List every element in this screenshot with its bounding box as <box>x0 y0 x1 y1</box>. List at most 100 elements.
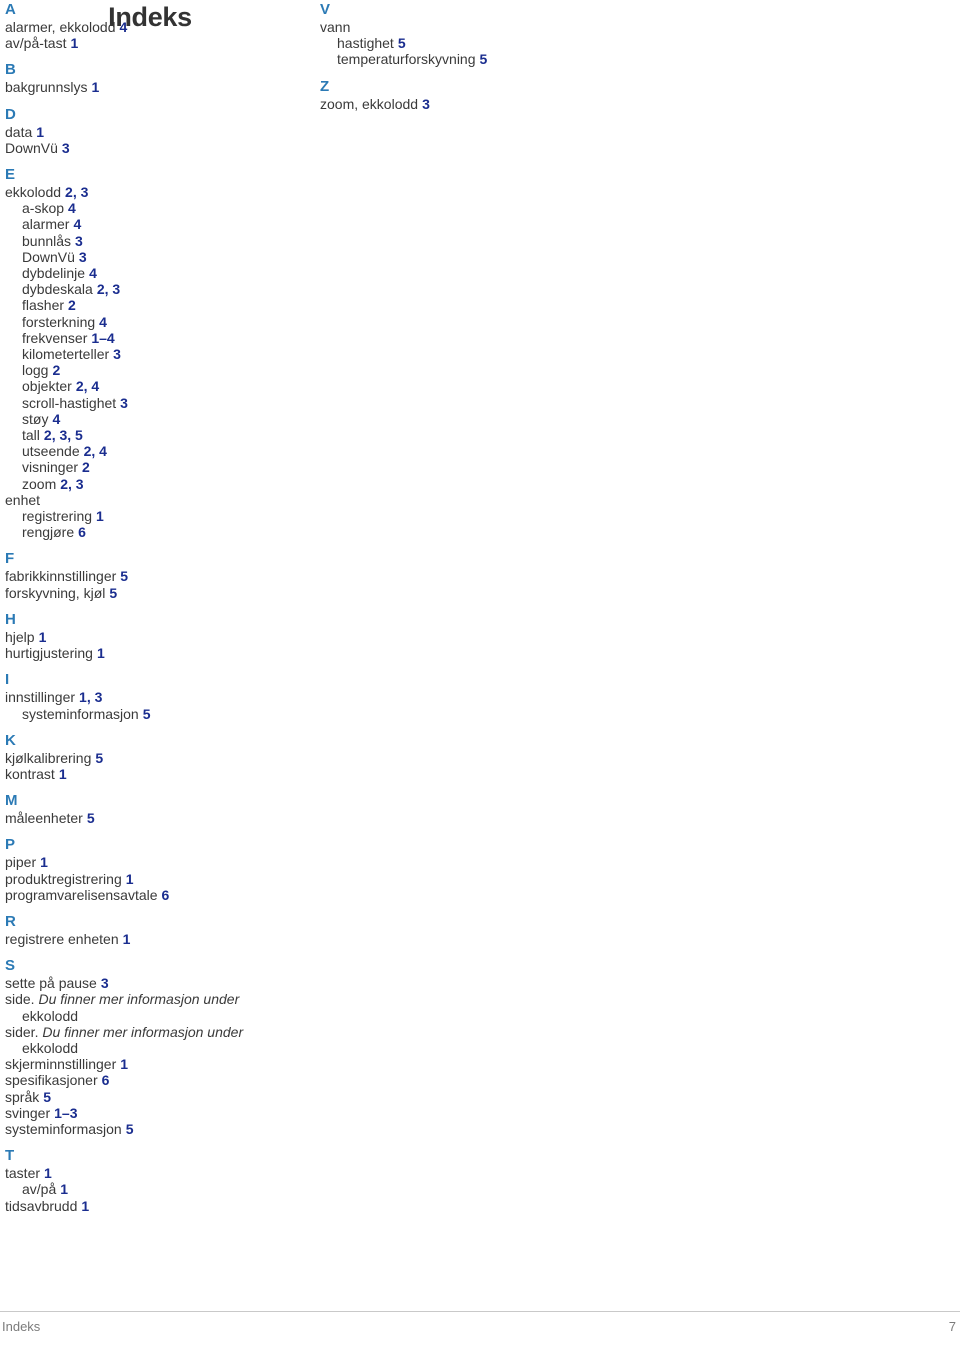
index-entry: vann <box>320 19 650 35</box>
index-term: hjelp <box>5 628 35 645</box>
index-page-numbers: 2 <box>82 459 90 476</box>
index-section: Iinnstillinger 1, 3 systeminformasjon 5 <box>5 670 305 721</box>
index-term: DownVü <box>5 139 58 156</box>
index-entry: hjelp 1 <box>5 629 305 645</box>
footer-section-label: Indeks <box>2 1319 41 1334</box>
index-term: måleenheter <box>5 810 83 827</box>
index-term: alarmer, ekkolodd <box>5 19 116 35</box>
section-letter: M <box>5 792 18 810</box>
index-term: kontrast <box>5 765 55 782</box>
index-term: av/på-tast <box>5 35 67 52</box>
index-term: innstillinger <box>5 689 76 706</box>
index-entry: sider. Du finner mer informasjon under <box>5 1024 305 1040</box>
index-page-numbers: 1 <box>81 1197 90 1214</box>
index-entry: DownVü 3 <box>5 140 305 156</box>
index-term: kjølkalibrering <box>5 749 92 766</box>
section-letter: V <box>320 1 331 18</box>
index-subentry: visninger 2 <box>5 459 305 475</box>
index-entry: produktregistrering 1 <box>5 871 305 887</box>
index-term: temperaturforskyvning <box>337 51 476 68</box>
index-term: sette på pause <box>5 975 97 992</box>
index-entry: tidsavbrudd 1 <box>5 1198 305 1214</box>
index-term: registrering <box>22 508 93 525</box>
index-subentry: forsterkning 4 <box>5 314 305 330</box>
index-entry: spesifikasjoner 6 <box>5 1072 305 1088</box>
index-page-numbers: 1–3 <box>54 1104 78 1121</box>
section-letter: S <box>5 957 16 975</box>
index-section: Ffabrikkinnstillinger 5 forskyvning, kjøl 5 <box>5 549 305 600</box>
index-page-numbers: 3 <box>61 139 70 156</box>
index-page-numbers: 4 <box>68 200 76 217</box>
index-term: data <box>5 123 33 140</box>
section-letter: E <box>5 166 16 184</box>
index-page-numbers: 1 <box>120 1056 129 1073</box>
index-term: taster <box>5 1165 41 1182</box>
index-term: hurtigjustering <box>5 645 93 662</box>
index-entry: piper 1 <box>5 854 305 870</box>
index-term: ekkolodd <box>22 1039 79 1056</box>
index-term: av/på <box>22 1181 57 1198</box>
index-term: systeminformasjon <box>5 1120 122 1137</box>
page-footer: Indeks 7 <box>0 1311 960 1339</box>
index-entry: språk 5 <box>5 1089 305 1105</box>
index-entry: måleenheter 5 <box>5 810 305 826</box>
index-term: dybdeskala <box>22 281 93 298</box>
index-page-numbers: 1 <box>125 870 134 887</box>
index-page-numbers: 2 <box>68 297 76 314</box>
index-term: bakgrunnslys <box>5 79 88 96</box>
index-subentry: dybdelinje 4 <box>5 265 305 281</box>
index-term: fabrikkinnstillinger <box>5 568 117 585</box>
index-page-numbers: 2, 3 <box>96 281 121 298</box>
index-term: alarmer <box>22 216 70 233</box>
index-entry: zoom, ekkolodd 3 <box>320 96 650 112</box>
index-entry: systeminformasjon 5 <box>5 1121 305 1137</box>
index-page-numbers: 4 <box>99 313 107 330</box>
index-page-numbers: 1 <box>36 123 45 140</box>
section-letter: I <box>5 671 10 689</box>
index-term: tidsavbrudd <box>5 1197 78 1214</box>
index-subentry: alarmer 4 <box>5 216 305 232</box>
index-term: dybdelinje <box>22 265 86 282</box>
footer-divider <box>0 1311 960 1312</box>
index-page-numbers: 1 <box>44 1165 52 1182</box>
index-term: tall <box>22 427 40 444</box>
index-term: ekkolodd <box>5 184 62 201</box>
index-term: side. <box>5 991 35 1008</box>
index-term: produktregistrering <box>5 870 122 887</box>
index-page-numbers: 1 <box>70 35 79 52</box>
index-subentry: dybdeskala 2, 3 <box>5 281 305 297</box>
index-page-numbers: 4 <box>89 265 97 282</box>
index-subentry: ekkolodd <box>5 1008 305 1024</box>
index-section: Bbakgrunnslys 1 <box>5 60 305 95</box>
index-subentry: bunnlås 3 <box>5 233 305 249</box>
index-page-numbers: 3 <box>422 95 430 112</box>
index-term: skjerminnstillinger <box>5 1056 117 1073</box>
index-entry: ekkolodd 2, 3 <box>5 184 305 200</box>
index-term: frekvenser <box>22 329 88 346</box>
index-section: Hhjelp 1 hurtigjustering 1 <box>5 610 305 661</box>
index-section: Eekkolodd 2, 3 a-skop 4 alarmer 4 bunnlås 3 Down… <box>5 165 305 540</box>
index-cross-reference: Du finner mer informasjon under <box>38 991 240 1008</box>
index-section: Ttaster 1 av/på 1 tidsavbrudd 1 <box>5 1146 305 1214</box>
index-term: registrere enheten <box>5 930 119 947</box>
index-page-numbers: 3 <box>78 248 87 265</box>
section-letter: D <box>5 105 16 123</box>
index-page-numbers: 5 <box>125 1120 134 1137</box>
index-term: zoom, ekkolodd <box>320 95 419 112</box>
index-subentry: ekkolodd <box>5 1040 305 1056</box>
index-subentry: scroll-hastighet 3 <box>5 395 305 411</box>
index-term: scroll-hastighet <box>22 394 117 411</box>
index-term: systeminformasjon <box>22 705 139 722</box>
index-subentry: temperaturforskyvning 5 <box>320 51 650 67</box>
index-term: spesifikasjoner <box>5 1072 98 1089</box>
index-entry: forskyvning, kjøl 5 <box>5 585 305 601</box>
index-term: utseende <box>22 443 80 460</box>
index-page-numbers: 2, 3 <box>60 475 84 492</box>
section-letter: A <box>5 1 16 18</box>
index-subentry: støy 4 <box>5 411 305 427</box>
index-subentry: systeminformasjon 5 <box>5 706 305 722</box>
index-section: Mmåleenheter 5 <box>5 791 305 826</box>
index-page-numbers: 4 <box>73 216 82 233</box>
index-page-numbers: 1–4 <box>91 329 115 346</box>
index-term: svinger <box>5 1104 51 1121</box>
